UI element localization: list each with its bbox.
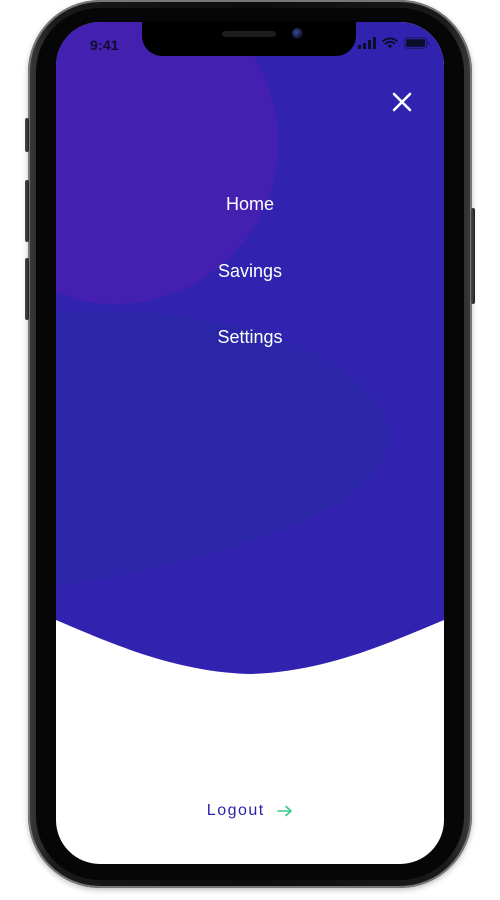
app-screen: 9:41 Home Savings Settings Logout: [56, 22, 444, 864]
earpiece-speaker: [222, 31, 276, 37]
status-bar: 9:41: [56, 22, 444, 66]
volume-up-button: [25, 180, 29, 242]
wifi-icon: [382, 37, 398, 49]
nav-item-settings[interactable]: Settings: [56, 325, 444, 349]
arrow-right-icon: [277, 805, 292, 817]
logout-button[interactable]: Logout: [56, 802, 444, 820]
nav-item-savings[interactable]: Savings: [56, 259, 444, 283]
menu-background: [56, 22, 444, 674]
device-notch: [142, 22, 356, 56]
signal-bars-icon: [358, 37, 376, 49]
close-menu-button[interactable]: [388, 88, 416, 116]
close-icon: [392, 92, 412, 112]
status-icons: [358, 36, 430, 50]
silent-switch: [25, 118, 29, 152]
logout-label: Logout: [206, 802, 265, 819]
status-time: 9:41: [90, 37, 119, 53]
front-camera: [292, 28, 303, 39]
volume-down-button: [25, 258, 29, 320]
power-button: [471, 208, 475, 304]
nav-item-home[interactable]: Home: [56, 192, 444, 216]
battery-icon: [404, 37, 430, 49]
